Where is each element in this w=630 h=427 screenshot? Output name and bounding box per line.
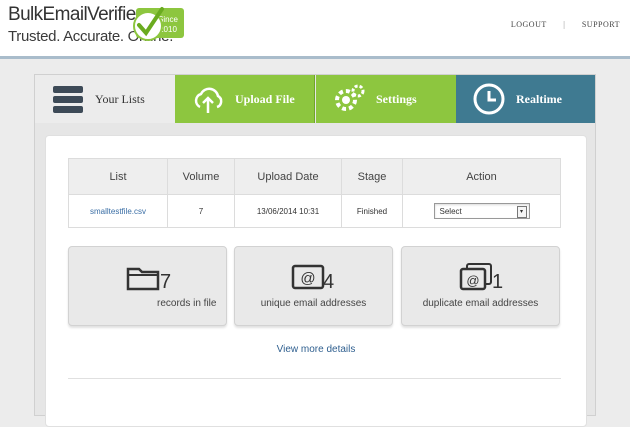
col-stage: Stage	[341, 158, 403, 195]
support-link[interactable]: SUPPORT	[582, 20, 620, 29]
divider	[68, 378, 561, 379]
tab-your-lists-label: Your Lists	[95, 91, 145, 106]
since-2010-badge-icon: Since 2010	[133, 7, 184, 41]
unique-card[interactable]: @ 4 unique email addresses	[234, 246, 393, 326]
col-upload-date: Upload Date	[234, 158, 342, 195]
col-list: List	[68, 158, 168, 195]
lists-content: List Volume Upload Date Stage Action sma…	[45, 135, 587, 427]
tab-your-lists[interactable]: Your Lists	[35, 75, 175, 123]
records-label: records in file	[157, 298, 217, 309]
table-row: smalltestfile.csv 7 13/06/2014 10:31 Fin…	[68, 194, 561, 228]
tab-realtime[interactable]: Realtime	[456, 75, 595, 123]
tab-upload-file[interactable]: Upload File	[175, 75, 315, 123]
at-sign-icon: @	[291, 264, 325, 290]
clock-icon	[472, 82, 506, 116]
nav-separator: |	[563, 20, 566, 29]
tab-realtime-label: Realtime	[516, 91, 562, 106]
table-header-row: List Volume Upload Date Stage Action	[68, 158, 561, 195]
chevron-down-icon: ▾	[516, 206, 527, 218]
tab-settings[interactable]: Settings	[316, 75, 456, 123]
svg-text:@: @	[466, 273, 479, 288]
unique-count: 4	[323, 271, 335, 293]
logout-link[interactable]: LOGOUT	[511, 20, 547, 29]
gear-icon	[332, 82, 366, 116]
top-nav: LOGOUT | SUPPORT	[511, 20, 620, 29]
records-count: 7	[160, 271, 172, 293]
col-action: Action	[402, 158, 561, 195]
duplicate-at-icon: @	[459, 263, 492, 291]
action-cell: Select ▾	[402, 194, 561, 228]
folder-icon	[126, 267, 160, 291]
action-select[interactable]: Select ▾	[433, 203, 530, 219]
action-select-value: Select	[439, 207, 462, 216]
records-card[interactable]: 7 records in file	[68, 246, 227, 326]
list-icon	[51, 82, 85, 116]
volume-cell: 7	[167, 194, 235, 228]
tab-upload-file-label: Upload File	[235, 91, 295, 106]
stage-cell: Finished	[341, 194, 403, 228]
lists-table: List Volume Upload Date Stage Action sma…	[68, 158, 561, 228]
duplicate-card[interactable]: @ 1 duplicate email addresses	[401, 246, 560, 326]
list-file-link[interactable]: smalltestfile.csv	[68, 194, 168, 228]
tab-settings-label: Settings	[376, 91, 417, 106]
col-volume: Volume	[167, 158, 235, 195]
tab-bar: Your Lists Upload File Settings Realtime	[35, 75, 595, 123]
duplicate-count: 1	[492, 271, 504, 293]
main-panel: Your Lists Upload File Settings Realtime…	[34, 74, 596, 427]
cloud-upload-icon	[191, 82, 225, 116]
duplicate-label: duplicate email addresses	[422, 298, 539, 309]
header: BulkEmailVerifier.com Trusted. Accurate.…	[0, 0, 630, 59]
svg-text:@: @	[300, 270, 315, 287]
view-more-details-link[interactable]: View more details	[46, 344, 586, 355]
upload-date-cell: 13/06/2014 10:31	[234, 194, 342, 228]
unique-label: unique email addresses	[260, 298, 367, 309]
